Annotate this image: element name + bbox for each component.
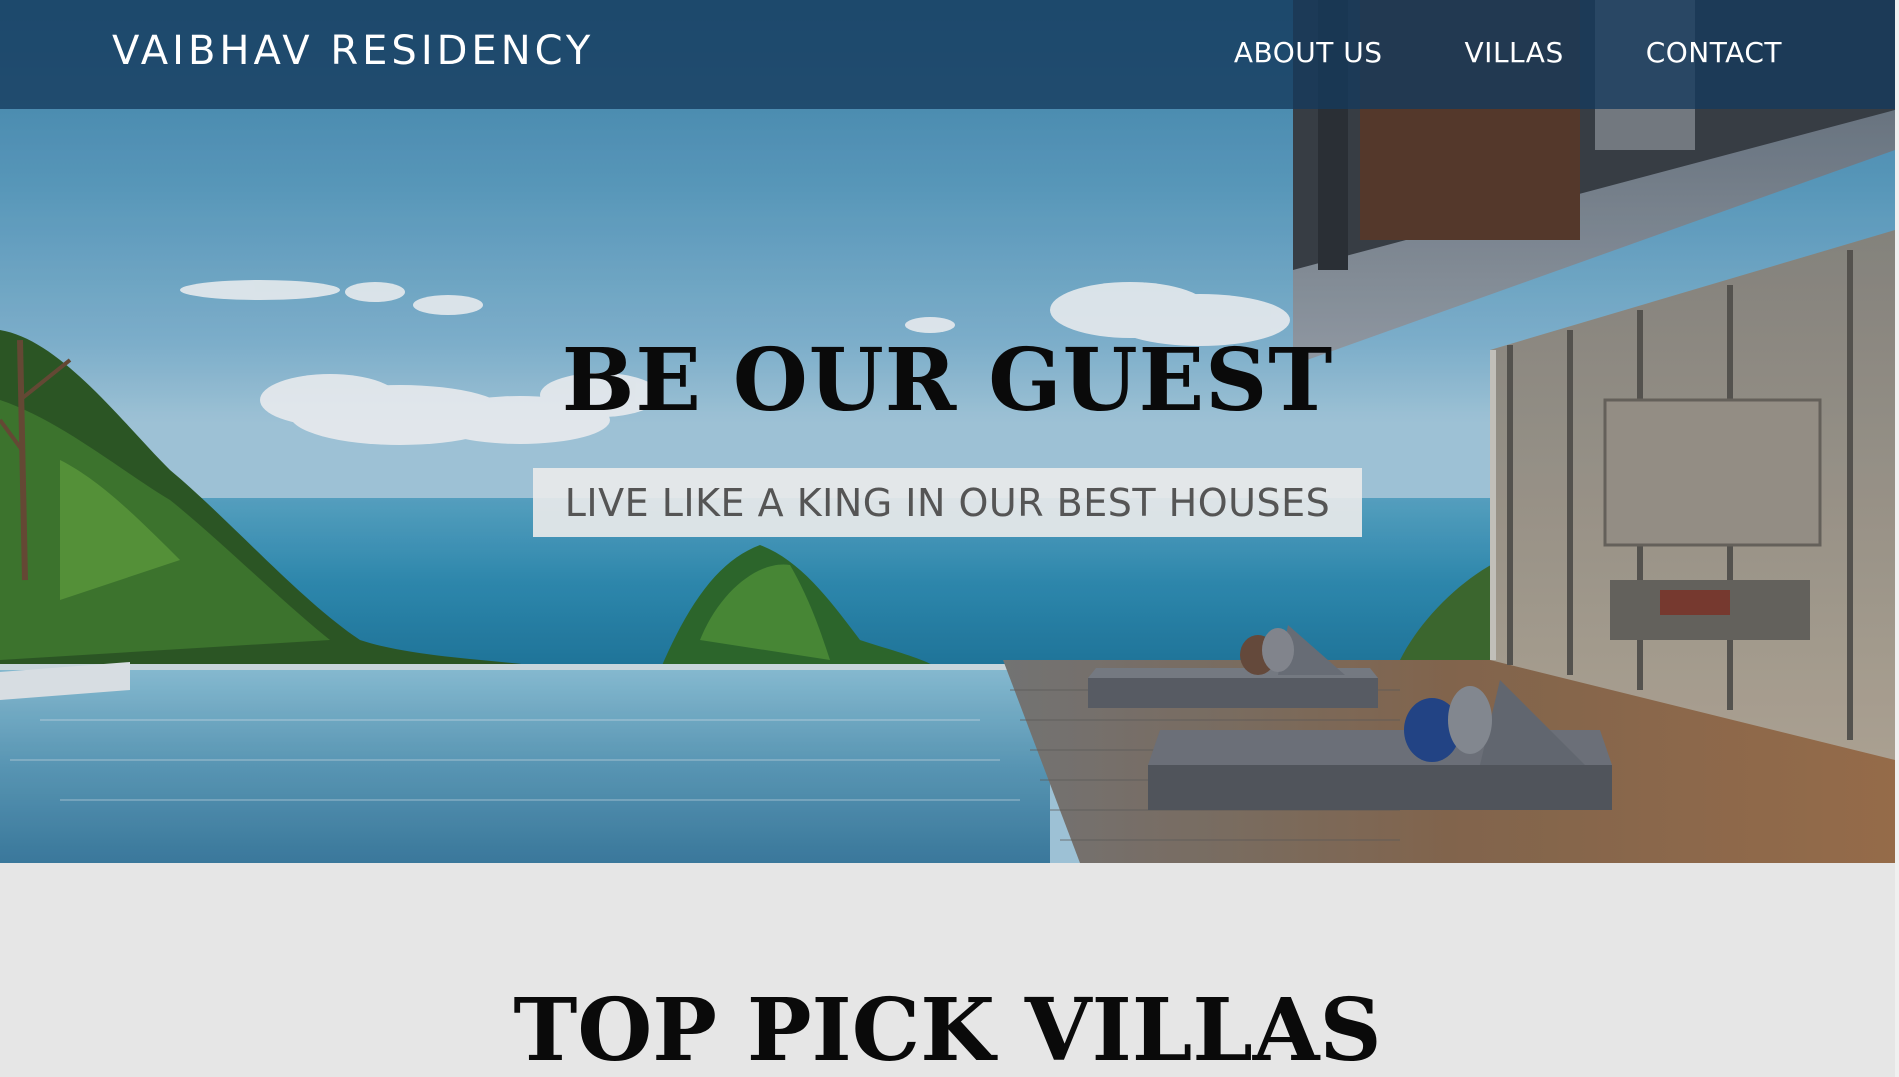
hero-subtitle: LIVE LIKE A KING IN OUR BEST HOUSES (564, 480, 1331, 525)
nav-link-contact[interactable]: CONTACT (1646, 36, 1782, 69)
hero-subtitle-box: LIVE LIKE A KING IN OUR BEST HOUSES (533, 468, 1362, 537)
section-title-top-pick-villas: TOP PICK VILLAS (513, 980, 1382, 1077)
nav-link-about-us[interactable]: ABOUT US (1234, 36, 1383, 69)
scrollbar-track[interactable] (1895, 0, 1899, 1077)
hero-title: BE OUR GUEST (561, 330, 1334, 431)
hero-banner (0, 0, 1895, 863)
page: VAIBHAV RESIDENCY ABOUT US VILLAS CONTAC… (0, 0, 1899, 1077)
nav-link-villas[interactable]: VILLAS (1465, 36, 1564, 69)
navbar: VAIBHAV RESIDENCY ABOUT US VILLAS CONTAC… (0, 0, 1895, 109)
brand-logo[interactable]: VAIBHAV RESIDENCY (112, 28, 594, 74)
hero-overlay (0, 0, 1895, 863)
nav-menu: ABOUT US VILLAS CONTACT (1234, 36, 1782, 69)
